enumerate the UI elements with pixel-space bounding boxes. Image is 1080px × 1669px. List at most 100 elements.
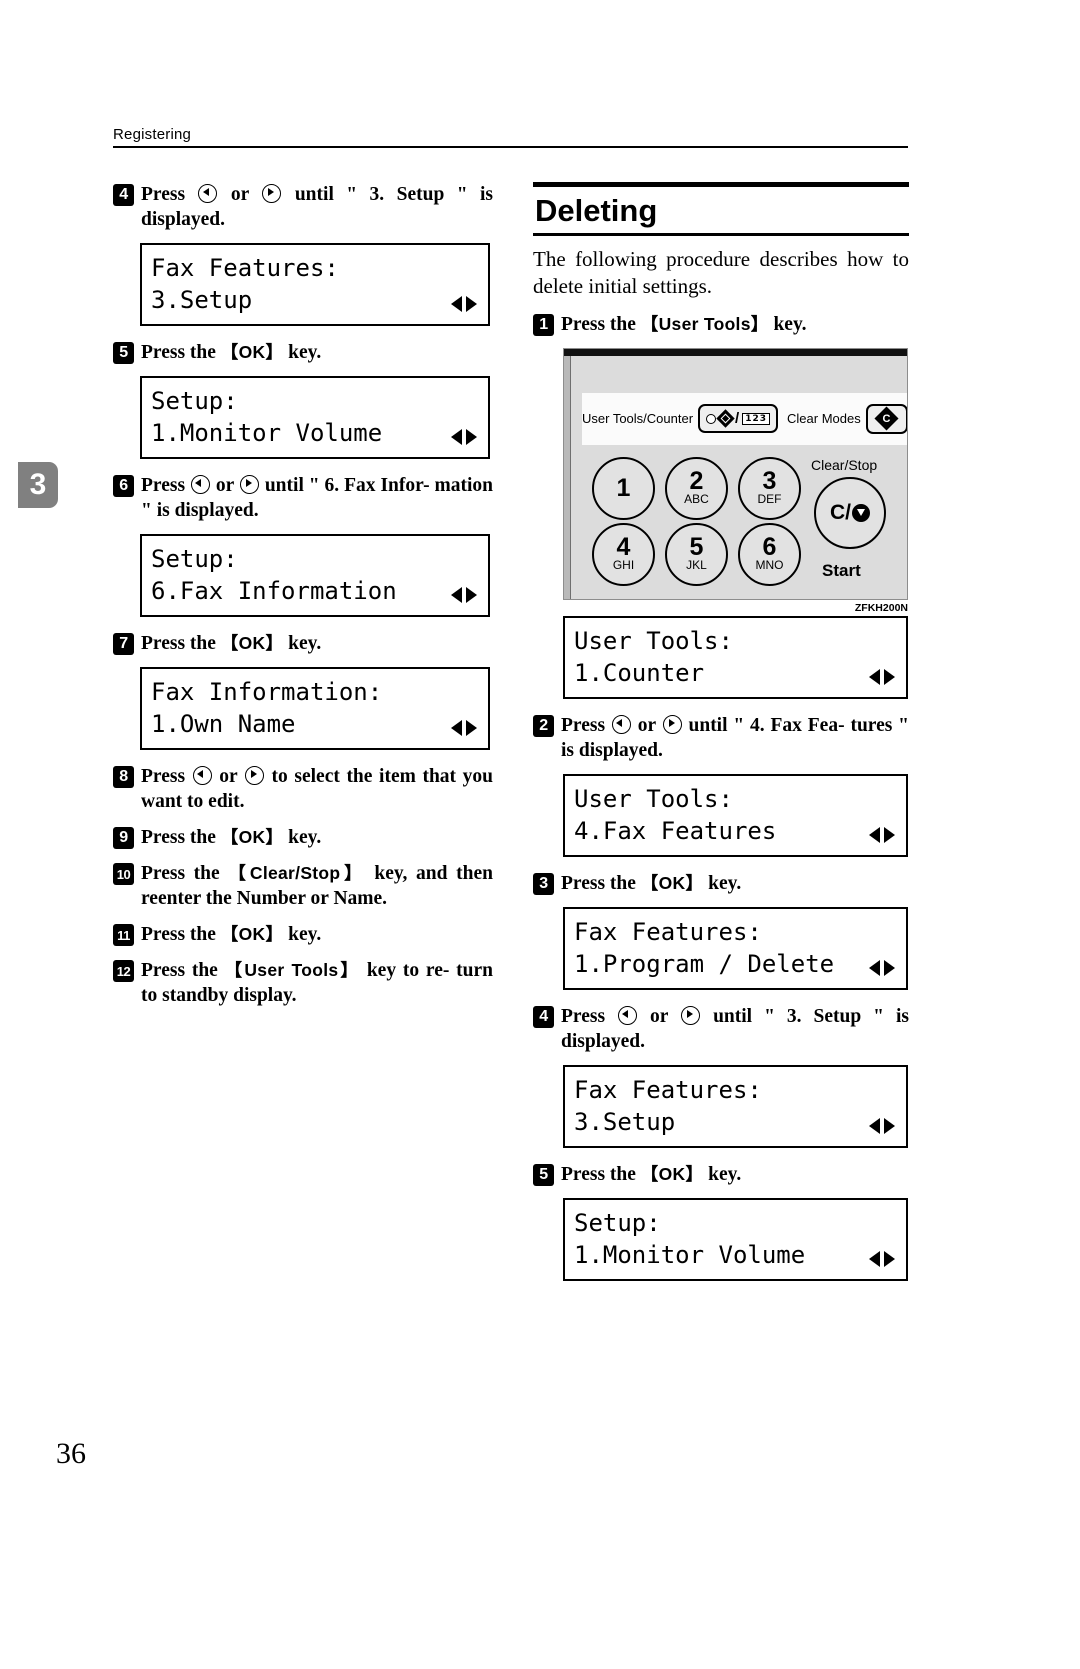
running-header: Registering bbox=[113, 126, 908, 148]
press-the-word: Press the bbox=[561, 872, 641, 894]
left-arrow-icon bbox=[192, 766, 212, 785]
chapter-tab: 3 bbox=[18, 462, 58, 508]
key-word: key. bbox=[283, 342, 322, 363]
lcd-display: Setup: 1.Monitor Volume bbox=[140, 376, 490, 459]
ok-keycap: 【OK】 bbox=[220, 633, 284, 653]
step-number: 12 bbox=[113, 960, 134, 982]
clear-modes-key[interactable] bbox=[865, 403, 907, 434]
clear-modes-label: Clear Modes bbox=[787, 411, 861, 426]
lcd-line-2: 4.Fax Features bbox=[574, 816, 777, 845]
or-word: or bbox=[212, 766, 244, 787]
lcd-line-1: Setup: bbox=[574, 1208, 661, 1237]
header-rule bbox=[113, 146, 908, 148]
counter-123-icon: 123 bbox=[742, 412, 771, 425]
to-select-text: to select the item bbox=[264, 766, 416, 787]
displayed-text: displayed. bbox=[141, 209, 225, 230]
press-the-word: Press the bbox=[561, 1163, 641, 1185]
left-arrow-icon bbox=[618, 1005, 638, 1025]
step-3: 3 Press the 【OK】 key. bbox=[533, 871, 909, 896]
step-4: 4 Press or until " 3. Setup " is display… bbox=[533, 1004, 909, 1054]
page-number: 36 bbox=[56, 1437, 86, 1470]
lcd-display: Setup: 6.Fax Information bbox=[140, 534, 490, 617]
step-number: 5 bbox=[533, 1163, 554, 1186]
user-tools-counter-label: User Tools/Counter bbox=[582, 411, 694, 426]
numeric-key-2[interactable]: 2 ABC bbox=[665, 456, 728, 520]
key-and-text: key, and bbox=[365, 863, 448, 884]
step-text: Press the 【OK】 key. bbox=[141, 631, 493, 656]
press-word: Press bbox=[141, 766, 192, 787]
step-text: Press or until " 3. Setup " is displayed… bbox=[141, 182, 493, 232]
key-number: 6 bbox=[762, 533, 777, 561]
key-number: 1 bbox=[616, 473, 631, 502]
user-tools-diamond-icon bbox=[716, 409, 735, 428]
until-text: until " 3. Setup " is bbox=[701, 1005, 909, 1027]
stop-symbol-icon bbox=[852, 503, 870, 522]
section-rule-bottom bbox=[533, 232, 909, 236]
lcd-line-1: User Tools: bbox=[574, 626, 733, 655]
key-word: key. bbox=[283, 633, 322, 654]
lcd-display: Fax Features: 3.Setup bbox=[563, 1064, 908, 1148]
key-letters: GHI bbox=[612, 558, 635, 572]
lcd-scroll-arrows-icon bbox=[451, 296, 477, 313]
numeric-key-5[interactable]: 5 JKL bbox=[665, 522, 728, 586]
press-word: Press bbox=[141, 184, 198, 205]
displayed-text: displayed. bbox=[561, 1030, 645, 1052]
section-deleting: Deleting bbox=[533, 182, 909, 236]
key-number: 3 bbox=[762, 467, 777, 495]
user-tools-counter-key[interactable]: / 123 bbox=[698, 404, 779, 433]
key-word: key. bbox=[768, 313, 807, 335]
key-letters: MNO bbox=[755, 558, 784, 572]
step-text: Press or until " 4. Fax Fea- tures " is … bbox=[561, 713, 909, 763]
until-text: until " 4. Fax Fea- bbox=[682, 714, 845, 736]
numeric-key-6[interactable]: 6 MNO bbox=[738, 522, 801, 586]
step-5: 5 Press the 【OK】 key. bbox=[533, 1162, 909, 1187]
press-the-word: Press the bbox=[141, 960, 225, 981]
lcd-line-2: 6.Fax Information bbox=[151, 577, 397, 605]
lcd-scroll-arrows-icon bbox=[451, 587, 477, 604]
start-label: Start bbox=[822, 560, 861, 580]
step-number: 5 bbox=[113, 342, 134, 364]
lcd-line-1: User Tools: bbox=[574, 784, 733, 813]
step-text: Press or to select the item that you wan… bbox=[141, 764, 493, 814]
key-word: key. bbox=[283, 827, 322, 848]
right-arrow-icon bbox=[239, 475, 259, 494]
lcd-line-1: Fax Features: bbox=[574, 917, 762, 946]
numeric-key-1[interactable]: 1 bbox=[592, 456, 655, 520]
lcd-line-1: Setup: bbox=[151, 387, 238, 415]
press-word: Press bbox=[561, 1005, 618, 1027]
right-arrow-icon bbox=[681, 1005, 701, 1025]
lcd-scroll-arrows-icon bbox=[451, 429, 477, 446]
step-text: Press the 【OK】 key. bbox=[141, 922, 493, 947]
step-1: 1 Press the 【User Tools】 key. bbox=[533, 312, 909, 337]
lcd-display: Fax Features: 3.Setup bbox=[140, 243, 490, 326]
clear-stop-key-text: C/ bbox=[830, 500, 851, 524]
step-text: Press the 【OK】 key. bbox=[141, 825, 493, 850]
numeric-keypad: 1 2 ABC 3 DEF 4 GHI 5 JKL 6 MNO bbox=[592, 456, 811, 589]
or-word: or bbox=[218, 184, 262, 205]
step-number: 2 bbox=[533, 714, 554, 737]
left-column: 4 Press or until " 3. Setup " is display… bbox=[113, 182, 493, 1019]
step-number: 11 bbox=[113, 924, 134, 946]
step-11: 11 Press the 【OK】 key. bbox=[113, 922, 493, 947]
lcd-scroll-arrows-icon bbox=[869, 668, 895, 686]
step-text: Press the 【OK】 key. bbox=[561, 871, 909, 896]
section-intro: The following procedure describes how to… bbox=[533, 246, 909, 298]
lcd-line-1: Fax Information: bbox=[151, 678, 383, 706]
press-the-word: Press the bbox=[141, 863, 229, 884]
lcd-line-2: 3.Setup bbox=[151, 286, 253, 314]
press-word: Press bbox=[561, 714, 611, 736]
step-10: 10 Press the 【Clear/Stop】 key, and then … bbox=[113, 861, 493, 911]
panel-left-bar bbox=[564, 355, 571, 599]
lcd-line-2: 1.Own Name bbox=[151, 710, 296, 738]
step-number: 10 bbox=[113, 863, 134, 885]
lcd-display: Setup: 1.Monitor Volume bbox=[563, 1197, 908, 1281]
step-5: 5 Press the 【OK】 key. bbox=[113, 340, 493, 365]
step-4: 4 Press or until " 3. Setup " is display… bbox=[113, 182, 493, 232]
numeric-key-4[interactable]: 4 GHI bbox=[592, 522, 655, 586]
key-to-return-text: key to re- bbox=[360, 960, 450, 981]
numeric-key-3[interactable]: 3 DEF bbox=[738, 456, 801, 520]
clear-stop-key[interactable]: C/ bbox=[814, 476, 886, 549]
step-12: 12 Press the 【User Tools】 key to re- tur… bbox=[113, 958, 493, 1008]
lcd-display: Fax Features: 1.Program / Delete bbox=[563, 906, 908, 990]
right-arrow-icon bbox=[262, 184, 282, 203]
